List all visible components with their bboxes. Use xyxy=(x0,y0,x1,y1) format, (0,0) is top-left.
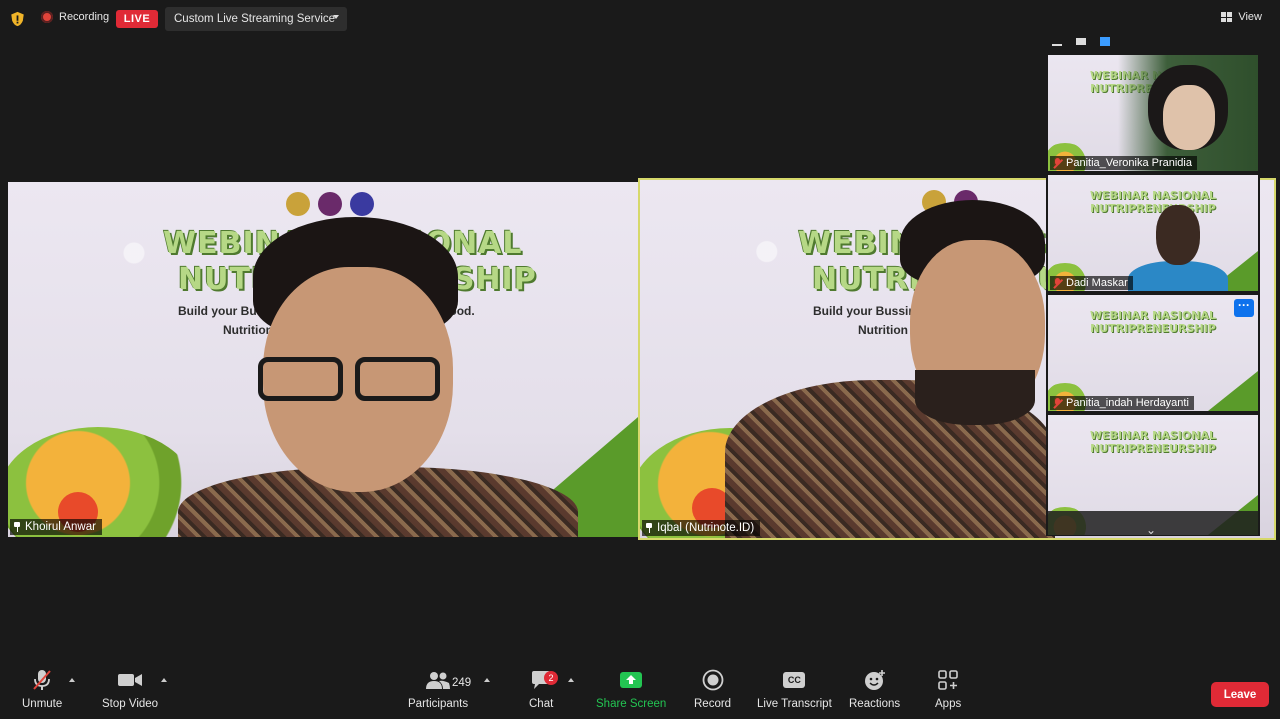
gallery-thumb-dadi[interactable]: WEBINAR NASIONAL NUTRIPRENEURSHIP Dadi M… xyxy=(1048,175,1258,291)
thumb-slide-title: WEBINAR NASIONAL xyxy=(1090,189,1216,202)
apps-label: Apps xyxy=(935,698,962,710)
chat-label: Chat xyxy=(529,698,554,710)
gallery-thumb-4[interactable]: WEBINAR NASIONAL NUTRIPRENEURSHIP ⌄ xyxy=(1048,415,1258,535)
thumb-slide-title: WEBINAR NASIONAL xyxy=(1090,309,1216,322)
apps-button[interactable]: Apps xyxy=(935,666,961,710)
meeting-toolbar: Unmute Stop Video Participants 249 Chat … xyxy=(0,666,1280,719)
participants-label: Participants xyxy=(408,698,469,710)
decor-grass xyxy=(1208,371,1258,411)
thumb-slide-title-2: NUTRIPRENEURSHIP xyxy=(1090,442,1216,455)
leave-button[interactable]: Leave xyxy=(1211,682,1269,707)
record-button[interactable]: Record xyxy=(694,666,731,710)
chevron-down-icon xyxy=(333,15,339,19)
mic-muted-icon xyxy=(1053,397,1062,409)
thumb-slide-title: WEBINAR NASIONAL xyxy=(1090,429,1216,442)
minimize-icon[interactable] xyxy=(1052,44,1062,46)
participant-name: Dadi Maskar xyxy=(1066,277,1128,289)
unmute-button[interactable]: Unmute xyxy=(22,666,62,710)
stop-video-label: Stop Video xyxy=(102,698,159,710)
video-tile-khoirul[interactable]: WEBINAR NASIONAL NUTRIPRENEURSHIP Build … xyxy=(8,182,638,537)
grid-view-icon xyxy=(1221,12,1233,22)
participant-video-iqbal xyxy=(725,200,1055,538)
chat-options-caret-icon[interactable] xyxy=(568,678,574,682)
shield-icon[interactable] xyxy=(10,11,25,27)
unmute-label: Unmute xyxy=(22,698,63,710)
participant-name-tag: Panitia_indah Herdayanti xyxy=(1050,396,1194,410)
participant-count: 249 xyxy=(452,677,472,689)
stop-video-button[interactable]: Stop Video xyxy=(102,666,158,710)
single-view-icon[interactable] xyxy=(1076,37,1086,45)
recording-indicator[interactable]: Recording xyxy=(41,11,109,23)
participant-name: Khoirul Anwar xyxy=(25,521,96,533)
gallery-view-controls xyxy=(1052,36,1110,46)
participants-options-caret-icon[interactable] xyxy=(484,678,490,682)
streaming-service-label: Custom Live Streaming Service xyxy=(174,13,336,25)
gallery-strip-icon[interactable] xyxy=(1100,36,1110,46)
streaming-service-dropdown[interactable]: Custom Live Streaming Service xyxy=(165,7,347,31)
share-screen-button[interactable]: Share Screen xyxy=(596,666,666,710)
apps-icon xyxy=(938,670,958,690)
record-icon xyxy=(702,669,723,691)
share-screen-icon xyxy=(620,672,643,688)
reactions-button[interactable]: Reactions xyxy=(849,666,900,710)
mic-muted-icon xyxy=(1053,157,1062,169)
reactions-label: Reactions xyxy=(849,698,901,710)
more-options-button[interactable]: ··· xyxy=(1234,299,1254,317)
thumb-slide-title-2: NUTRIPRENEURSHIP xyxy=(1090,322,1216,335)
participant-gallery: WEBINAR NASIONAL NUTRIPRENEURSHIP Paniti… xyxy=(1046,30,1260,536)
participant-name-tag: Panitia_Veronika Pranidia xyxy=(1050,156,1197,170)
gallery-thumb-indah[interactable]: WEBINAR NASIONAL NUTRIPRENEURSHIP ··· Pa… xyxy=(1048,295,1258,411)
participant-video-khoirul xyxy=(158,212,598,537)
record-dot-icon xyxy=(41,11,53,23)
participant-name-tag: Dadi Maskar xyxy=(1050,276,1133,290)
view-button[interactable]: View xyxy=(1221,11,1262,23)
closed-caption-icon: CC xyxy=(783,672,806,688)
video-options-caret-icon[interactable] xyxy=(161,678,167,682)
thumb-slide-title-2: NUTRIPRENEURSHIP xyxy=(1090,202,1216,215)
pin-icon xyxy=(13,522,21,532)
chat-unread-badge: 2 xyxy=(544,671,558,685)
participant-name: Panitia_Veronika Pranidia xyxy=(1066,157,1192,169)
scroll-down-icon[interactable]: ⌄ xyxy=(1146,523,1156,535)
participant-name-tag: Iqbal (Nutrinote.ID) xyxy=(642,520,761,536)
live-transcript-button[interactable]: CC Live Transcript xyxy=(757,666,832,710)
view-label: View xyxy=(1238,11,1262,23)
participants-icon xyxy=(426,672,451,689)
pin-icon xyxy=(645,523,653,533)
reaction-smiley-icon xyxy=(864,670,885,690)
participant-name: Panitia_indah Herdayanti xyxy=(1066,397,1189,409)
live-transcript-label: Live Transcript xyxy=(757,698,832,710)
share-screen-label: Share Screen xyxy=(596,698,667,710)
video-camera-icon xyxy=(118,674,143,686)
mic-muted-icon xyxy=(1053,277,1062,289)
participant-name-tag: Khoirul Anwar xyxy=(10,519,102,535)
participant-name: Iqbal (Nutrinote.ID) xyxy=(657,522,755,534)
mic-muted-icon xyxy=(33,670,51,690)
live-badge[interactable]: LIVE xyxy=(116,10,158,28)
record-label: Record xyxy=(694,698,732,710)
recording-label: Recording xyxy=(59,11,110,23)
audio-options-caret-icon[interactable] xyxy=(69,678,75,682)
gallery-thumb-veronika[interactable]: WEBINAR NASIONAL NUTRIPRENEURSHIP Paniti… xyxy=(1048,55,1258,171)
